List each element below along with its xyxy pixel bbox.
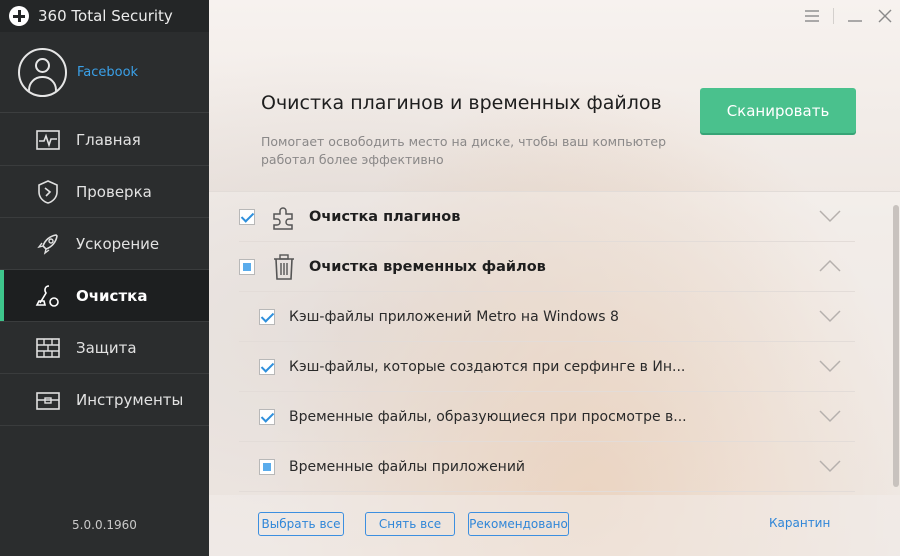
sidebar: 360 Total Security Facebook Главная Пров…: [0, 0, 209, 556]
close-icon[interactable]: [870, 0, 900, 32]
sidebar-item-cleanup[interactable]: Очистка: [0, 270, 209, 322]
sidebar-item-label: Ускорение: [76, 234, 160, 253]
chevron-down-icon[interactable]: [819, 408, 841, 423]
list-item-label: Очистка плагинов: [309, 208, 461, 225]
pulse-icon: [34, 127, 62, 153]
list-item-temp-files[interactable]: Очистка временных файлов: [239, 242, 855, 292]
minimize-icon[interactable]: [840, 0, 870, 32]
select-all-button[interactable]: Выбрать все: [258, 512, 344, 536]
cleanup-list: Очистка плагинов Очистка временных файло…: [209, 191, 900, 495]
profile[interactable]: Facebook: [0, 32, 209, 113]
rocket-icon: [34, 231, 62, 257]
sidebar-item-label: Инструменты: [76, 390, 184, 409]
checkbox[interactable]: [259, 408, 275, 425]
list-item-label: Очистка временных файлов: [309, 258, 546, 275]
list-item-label: Кэш-файлы приложений Metro на Windows 8: [289, 308, 619, 325]
chevron-down-icon[interactable]: [819, 308, 841, 323]
toolbox-icon: [34, 387, 62, 413]
sidebar-item-label: Проверка: [76, 182, 152, 201]
sidebar-item-label: Очистка: [76, 286, 148, 305]
sidebar-item-home[interactable]: Главная: [0, 114, 209, 166]
puzzle-icon: [269, 202, 299, 232]
chevron-down-icon[interactable]: [819, 208, 841, 223]
nav-menu: Главная Проверка Ускорение Очистка Защит…: [0, 114, 209, 426]
shield-icon: [34, 179, 62, 205]
list-item-browser-cache[interactable]: Кэш-файлы, которые создаются при серфинг…: [239, 342, 855, 392]
list-item-label: Кэш-файлы, которые создаются при серфинг…: [289, 358, 686, 375]
version-label: 5.0.0.1960: [72, 518, 137, 532]
avatar-icon[interactable]: [18, 47, 67, 97]
chevron-down-icon[interactable]: [819, 458, 841, 473]
list-item-app-temp[interactable]: Временные файлы приложений: [239, 442, 855, 492]
app-title: 360 Total Security: [38, 7, 173, 25]
checkbox[interactable]: [259, 358, 275, 375]
profile-name-link[interactable]: Facebook: [77, 65, 138, 80]
footer: Выбрать все Снять все Рекомендовано Кара…: [209, 495, 900, 556]
chevron-up-icon[interactable]: [819, 258, 841, 272]
page-title: Очистка плагинов и временных файлов: [261, 92, 662, 114]
sidebar-item-protection[interactable]: Защита: [0, 322, 209, 374]
checkbox[interactable]: [259, 308, 275, 325]
checkbox[interactable]: [239, 208, 255, 225]
recommended-button[interactable]: Рекомендовано: [468, 512, 569, 536]
titlebar: 360 Total Security: [0, 0, 209, 32]
list-item-plugins[interactable]: Очистка плагинов: [239, 192, 855, 242]
window-controls: [797, 0, 900, 32]
list-item-metro-cache[interactable]: Кэш-файлы приложений Metro на Windows 8: [239, 292, 855, 342]
app-logo-icon: [9, 6, 29, 26]
sidebar-item-speedup[interactable]: Ускорение: [0, 218, 209, 270]
scan-button[interactable]: Сканировать: [700, 88, 856, 133]
checkbox[interactable]: [259, 458, 275, 475]
checkbox[interactable]: [239, 258, 255, 275]
sidebar-item-scan[interactable]: Проверка: [0, 166, 209, 218]
chevron-down-icon[interactable]: [819, 358, 841, 373]
quarantine-link[interactable]: Карантин: [769, 516, 830, 530]
sidebar-item-tools[interactable]: Инструменты: [0, 374, 209, 426]
page-description: Помогает освободить место на диске, чтоб…: [261, 134, 667, 167]
trash-icon: [269, 252, 299, 282]
main-panel: Очистка плагинов и временных файлов Помо…: [209, 0, 900, 556]
scrollbar[interactable]: [893, 205, 899, 487]
vacuum-icon: [34, 283, 62, 309]
sidebar-item-label: Главная: [76, 130, 141, 149]
firewall-icon: [34, 335, 62, 361]
sidebar-item-label: Защита: [76, 338, 137, 357]
deselect-all-button[interactable]: Снять все: [365, 512, 455, 536]
menu-icon[interactable]: [797, 0, 827, 32]
list-item-viewing-temp[interactable]: Временные файлы, образующиеся при просмо…: [239, 392, 855, 442]
list-item-label: Временные файлы, образующиеся при просмо…: [289, 408, 687, 425]
list-item-label: Временные файлы приложений: [289, 458, 526, 475]
